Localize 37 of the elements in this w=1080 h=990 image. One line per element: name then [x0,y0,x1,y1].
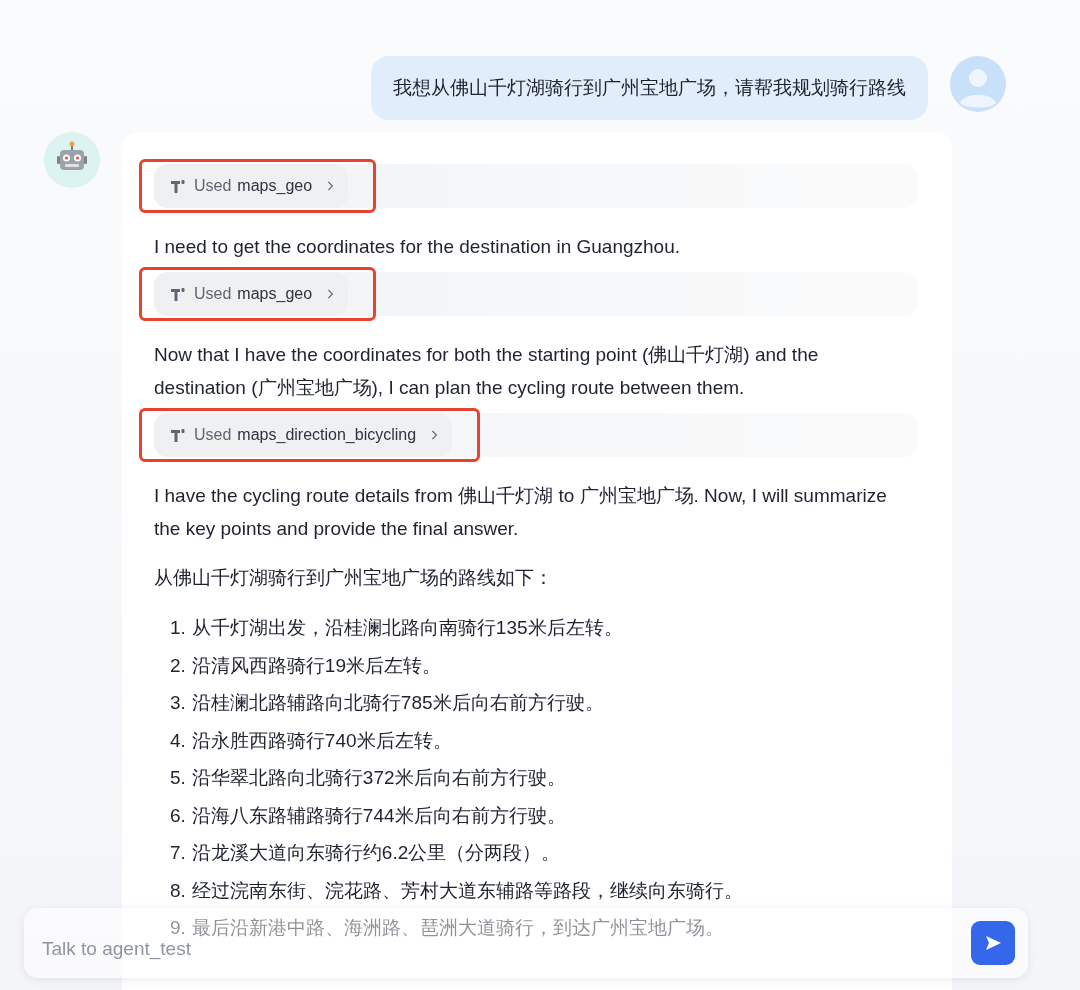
tool-icon [170,178,186,194]
chevron-right-icon [430,429,439,441]
message-text: I need to get the coordinates for the destination in Guangzhou. [154,235,682,259]
list-item-text: 最后沿新港中路、海洲路、琶洲大道骑行，到达广州宝地广场。 [191,916,724,940]
list-number: 3. [170,691,186,715]
list-item-text: 沿清风西路骑行19米后左转。 [191,653,441,678]
user-message: 我想从佛山千灯湖骑行到广州宝地广场，请帮我规划骑行路线 [371,56,928,120]
list-item-text: 沿海八东路辅路骑行744米后向右前方行驶。 [191,803,566,828]
send-button[interactable] [971,921,1015,965]
list-item-text: 沿华翠北路向北骑行372米后向右前方行驶。 [191,766,566,790]
chevron-right-icon [326,180,335,192]
tool-call-button[interactable]: Used maps_geo [154,164,349,208]
tool-icon [170,286,186,302]
robot-avatar-icon [44,132,100,188]
tool-call-button[interactable]: Used maps_direction_bicycling [154,413,453,457]
list-item-text: 沿永胜西路骑行740米后左转。 [191,728,452,753]
message-text: Now that I have the coordinates for both the starting point (佛山千灯湖) and the destination (广州宝地广场), I can plan the cycling route between them. [154,343,820,400]
user-avatar-icon [950,56,1006,112]
list-number: 8. [170,878,186,903]
send-icon [983,933,1003,953]
list-item-text: 经过浣南东街、浣花路、芳村大道东辅路等路段，继续向东骑行。 [191,878,743,903]
list-number: 4. [170,728,186,753]
message-text: 从佛山千灯湖骑行到广州宝地广场的路线如下： [154,566,554,590]
list-number: 2. [170,653,186,678]
list-item-text: 从千灯湖出发，沿桂澜北路向南骑行135米后左转。 [191,616,623,640]
tool-icon [170,427,186,443]
list-number: 5. [170,766,186,790]
list-number: 1. [170,616,186,640]
message-input[interactable]: Talk to agent_test [42,937,212,960]
chevron-right-icon [326,288,335,300]
tool-call-button[interactable]: Used maps_geo [154,272,349,316]
list-number: 6. [170,803,186,828]
list-number: 9. [170,916,186,940]
list-item-text: 沿桂澜北路辅路向北骑行785米后向右前方行驶。 [191,691,604,715]
list-item-text: 沿龙溪大道向东骑行约6.2公里（分两段）。 [191,841,561,865]
message-text: I have the cycling route details from 佛山千灯湖 to 广州宝地广场. Now, I will summarize the key points and provide the final answer. [154,484,888,541]
list-number: 7. [170,841,186,865]
